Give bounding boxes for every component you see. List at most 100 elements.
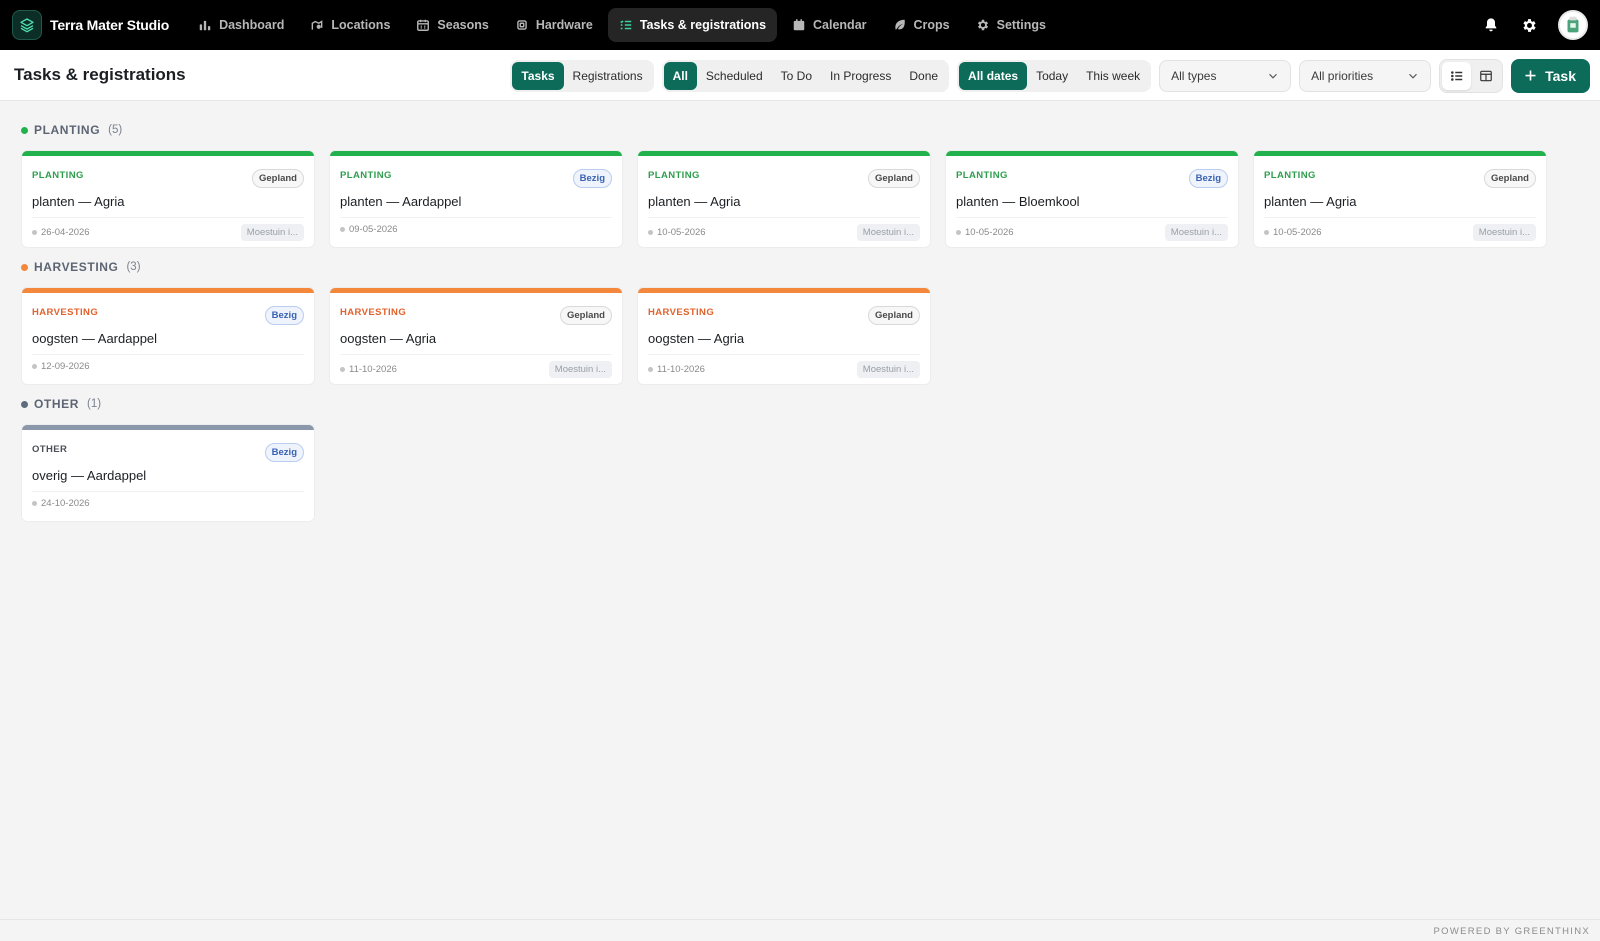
section-header: PLANTING (5) <box>21 123 1579 137</box>
footer: POWERED BY GREENTHINX <box>0 919 1600 941</box>
card-date: 26-04-2026 <box>32 227 90 238</box>
priority-select-value: All priorities <box>1311 68 1374 83</box>
card-date: 24-10-2026 <box>32 498 90 509</box>
task-card[interactable]: HARVESTING Gepland oogsten — Agria 11-10-20… <box>637 287 931 385</box>
section-dot <box>21 126 28 134</box>
nav-label: Dashboard <box>219 18 285 32</box>
nav-dashboard[interactable]: Dashboard <box>187 8 295 42</box>
board-view-button[interactable] <box>1471 62 1500 90</box>
main-nav: Dashboard Locations Seasons Hardware Tas… <box>187 8 1057 42</box>
card-date-text: 10-05-2026 <box>657 227 706 238</box>
date-filter-tabs: All dates Today This week <box>957 59 1152 92</box>
nav-crops[interactable]: Crops <box>882 8 961 42</box>
calendar-grid-icon <box>417 19 430 31</box>
date-dot-icon <box>1264 230 1269 235</box>
list-icon <box>1450 70 1462 81</box>
card-date-text: 09-05-2026 <box>349 224 398 235</box>
nav-tasks-registrations[interactable]: Tasks & registrations <box>607 8 778 42</box>
card-row: OTHER Bezig overig — Aardappel 24-10-2026 <box>21 424 1579 522</box>
status-badge: Bezig <box>264 305 304 325</box>
mode-tabs: Tasks Registrations <box>510 59 654 92</box>
location-chip: Moestuin i... <box>548 361 612 378</box>
task-card[interactable]: PLANTING Gepland planten — Agria 10-05-2026… <box>1253 150 1547 248</box>
task-card[interactable]: OTHER Bezig overig — Aardappel 24-10-2026 <box>21 424 315 522</box>
brand[interactable]: Terra Mater Studio <box>12 10 169 40</box>
map-pin-icon <box>311 20 323 30</box>
task-card[interactable]: PLANTING Bezig planten — Bloemkool 10-05-20… <box>945 150 1239 248</box>
task-card[interactable]: HARVESTING Gepland oogsten — Agria 11-10-20… <box>329 287 623 385</box>
section-harvesting: HARVESTING (3) HARVESTING Bezig oogsten — Aa… <box>21 260 1579 385</box>
type-select[interactable]: All types <box>1159 59 1292 92</box>
card-date: 09-05-2026 <box>340 224 398 235</box>
chip-icon <box>517 20 527 30</box>
nav-seasons[interactable]: Seasons <box>405 8 499 42</box>
app-name: Terra Mater Studio <box>50 17 170 33</box>
leaf-icon <box>894 19 905 30</box>
status-filter-tabs: All Scheduled To Do In Progress Done <box>661 59 950 92</box>
location-chip: Moestuin i... <box>1164 224 1228 241</box>
list-view-button[interactable] <box>1442 61 1472 90</box>
page-toolbar: Tasks & registrations Tasks Registration… <box>0 50 1600 101</box>
gear-icon[interactable] <box>1520 16 1538 34</box>
status-badge: Bezig <box>1188 168 1228 188</box>
section-title: OTHER <box>34 397 79 411</box>
section-count: (3) <box>126 261 141 273</box>
filter-to-do[interactable]: To Do <box>772 62 821 90</box>
location-chip: Moestuin i... <box>856 224 920 241</box>
bell-icon[interactable] <box>1482 16 1500 34</box>
avatar[interactable] <box>1558 10 1588 40</box>
tab-tasks[interactable]: Tasks <box>512 61 564 90</box>
section-other: OTHER (1) OTHER Bezig overig — Aardappel 24-1… <box>21 397 1579 522</box>
toolbar-controls: Tasks Registrations All Scheduled To Do … <box>510 50 1590 101</box>
tab-registrations[interactable]: Registrations <box>564 62 652 90</box>
card-date-text: 11-10-2026 <box>349 364 397 375</box>
status-badge: Bezig <box>572 168 612 188</box>
card-title: oogsten — Agria <box>648 331 920 355</box>
status-badge: Gepland <box>251 168 304 188</box>
nav-label: Locations <box>331 18 391 32</box>
section-title: HARVESTING <box>34 260 119 274</box>
section-dot <box>21 400 28 408</box>
task-card[interactable]: HARVESTING Bezig oogsten — Aardappel 12-09-… <box>21 287 315 385</box>
view-toggle <box>1439 58 1504 93</box>
card-type: PLANTING <box>648 169 700 181</box>
task-card[interactable]: PLANTING Gepland planten — Agria 26-04-2026… <box>21 150 315 248</box>
task-groups: PLANTING (5) PLANTING Gepland planten — Agri… <box>0 101 1600 522</box>
card-type: PLANTING <box>32 169 84 181</box>
filter-all-dates[interactable]: All dates <box>959 61 1028 90</box>
card-type: PLANTING <box>1264 169 1316 181</box>
nav-label: Tasks & registrations <box>639 18 767 32</box>
filter-in-progress[interactable]: In Progress <box>821 62 900 90</box>
columns-icon <box>1479 70 1492 81</box>
nav-calendar[interactable]: Calendar <box>781 8 878 42</box>
nav-settings[interactable]: Settings <box>965 8 1057 42</box>
type-select-value: All types <box>1171 68 1217 83</box>
nav-hardware[interactable]: Hardware <box>504 8 604 42</box>
card-date: 11-10-2026 <box>340 364 397 375</box>
filter-done[interactable]: Done <box>900 62 947 90</box>
add-task-button[interactable]: Task <box>1511 58 1590 93</box>
card-date: 10-05-2026 <box>1264 227 1322 238</box>
nav-locations[interactable]: Locations <box>299 8 401 42</box>
status-badge: Gepland <box>559 305 612 325</box>
filter-this-week[interactable]: This week <box>1077 62 1149 90</box>
card-date-text: 11-10-2026 <box>657 364 705 375</box>
nav-label: Settings <box>996 18 1046 32</box>
priority-select[interactable]: All priorities <box>1299 59 1432 92</box>
filter-all[interactable]: All <box>663 61 697 90</box>
card-title: oogsten — Agria <box>340 331 612 355</box>
layers-logo-icon <box>12 10 42 40</box>
card-date: 12-09-2026 <box>32 361 90 372</box>
card-type: PLANTING <box>340 169 392 181</box>
add-task-label: Task <box>1545 67 1576 84</box>
gear-icon <box>977 19 988 31</box>
section-title: PLANTING <box>34 123 101 137</box>
filter-scheduled[interactable]: Scheduled <box>697 62 772 90</box>
calendar-icon <box>793 19 805 31</box>
task-card[interactable]: PLANTING Gepland planten — Agria 10-05-2026… <box>637 150 931 248</box>
card-row: HARVESTING Bezig oogsten — Aardappel 12-09-… <box>21 287 1579 385</box>
date-dot-icon <box>32 364 37 369</box>
date-dot-icon <box>648 230 653 235</box>
task-card[interactable]: PLANTING Bezig planten — Aardappel 09-05-20… <box>329 150 623 248</box>
filter-today[interactable]: Today <box>1027 62 1077 90</box>
